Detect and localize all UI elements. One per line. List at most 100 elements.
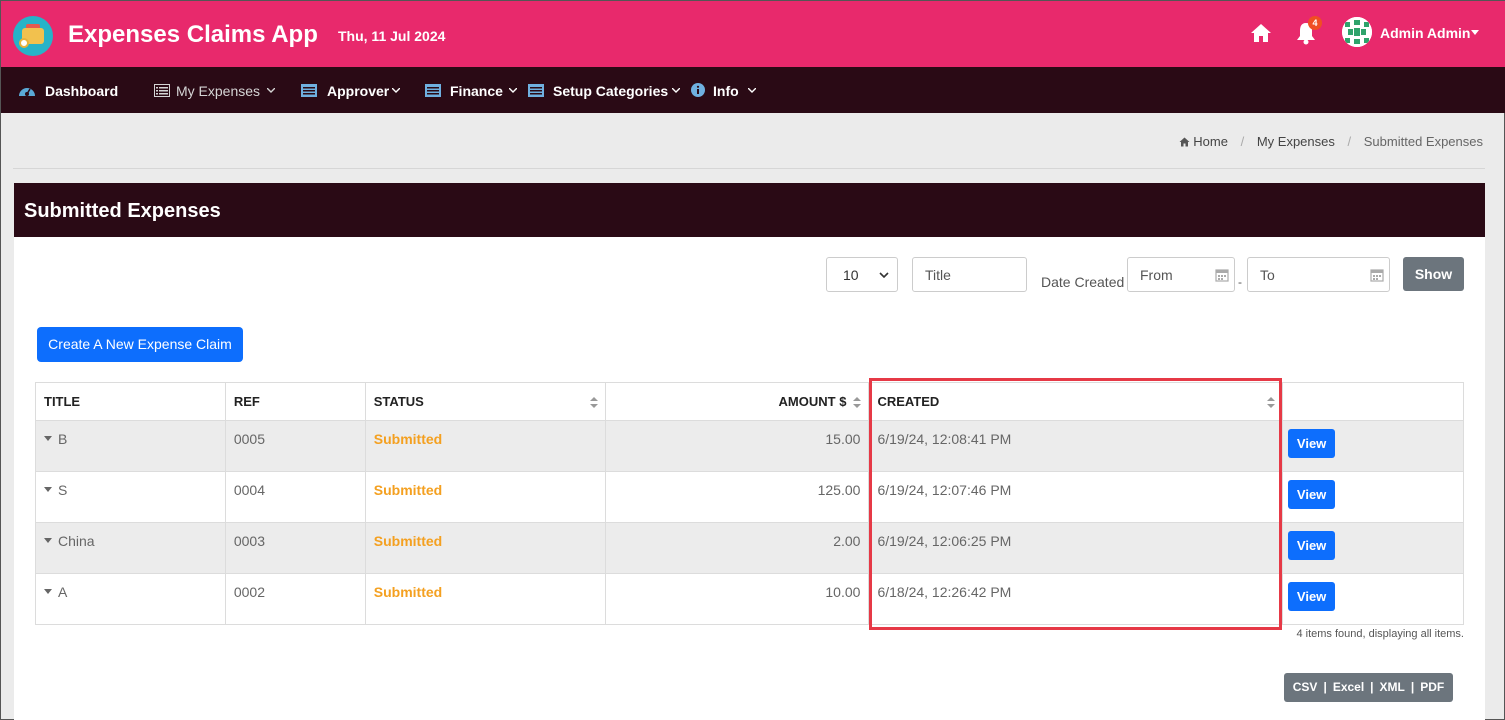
column-created-label: CREATED xyxy=(877,394,940,409)
nav-info[interactable]: Info xyxy=(691,67,759,113)
cell-ref: 0003 xyxy=(224,522,366,574)
table-row: A 0002 Submitted 10.00 6/18/24, 12:26:42… xyxy=(35,573,1464,625)
column-status-label: STATUS xyxy=(373,394,424,409)
cell-actions: View xyxy=(1282,522,1464,574)
page-title: Submitted Expenses xyxy=(24,200,221,222)
nav-my-expenses-label: My Expenses xyxy=(176,83,261,99)
avatar[interactable] xyxy=(1342,17,1372,47)
cell-status: Submitted xyxy=(364,471,606,523)
panel-header: Submitted Expenses xyxy=(14,183,1485,237)
title-filter-input[interactable]: Title xyxy=(912,257,1027,292)
breadcrumb-my-expenses[interactable]: My Expenses xyxy=(1257,134,1335,149)
expenses-table: TITLE REF STATUS AMOUNT $ CREATED B 0005… xyxy=(35,382,1464,625)
chevron-down-icon xyxy=(748,88,756,93)
chevron-down-icon xyxy=(392,88,400,93)
nav-dashboard[interactable]: Dashboard xyxy=(18,67,128,113)
nav-info-label: Info xyxy=(713,83,739,99)
column-status[interactable]: STATUS xyxy=(364,382,606,421)
app-title[interactable]: Expenses Claims App xyxy=(68,21,318,49)
cell-title[interactable]: S xyxy=(35,471,226,523)
export-excel[interactable]: Excel xyxy=(1333,680,1364,694)
date-from-placeholder: From xyxy=(1140,267,1173,283)
home-icon[interactable] xyxy=(1179,137,1190,147)
cell-ref: 0005 xyxy=(224,420,366,472)
expand-caret-icon[interactable] xyxy=(44,537,52,543)
show-button[interactable]: Show xyxy=(1403,257,1464,291)
sort-icon[interactable] xyxy=(589,397,598,408)
cell-title[interactable]: A xyxy=(35,573,226,625)
nav-dashboard-label: Dashboard xyxy=(45,83,119,99)
cell-title[interactable]: China xyxy=(35,522,226,574)
cell-title[interactable]: B xyxy=(35,420,226,472)
nav-setup-categories[interactable]: Setup Categories xyxy=(528,67,683,113)
export-csv[interactable]: CSV xyxy=(1293,680,1318,694)
chevron-down-icon[interactable] xyxy=(1471,30,1479,35)
expand-caret-icon[interactable] xyxy=(44,435,52,441)
submitted-expenses-panel: Submitted Expenses 10 Title Date Created… xyxy=(14,183,1485,720)
nav-setup-categories-label: Setup Categories xyxy=(553,83,669,99)
expand-caret-icon[interactable] xyxy=(44,588,52,594)
breadcrumb: Home / My Expenses / Submitted Expenses xyxy=(1179,134,1483,149)
cell-created: 6/18/24, 12:26:42 PM xyxy=(868,573,1284,625)
cell-status: Submitted xyxy=(364,420,606,472)
cell-amount: 2.00 xyxy=(604,522,870,574)
divider xyxy=(13,168,1485,169)
cell-amount: 15.00 xyxy=(604,420,870,472)
cell-created: 6/19/24, 12:08:41 PM xyxy=(868,420,1284,472)
cell-amount: 125.00 xyxy=(604,471,870,523)
view-button[interactable]: View xyxy=(1288,582,1336,611)
calendar-icon[interactable] xyxy=(1215,268,1229,282)
page-size-value: 10 xyxy=(843,267,859,283)
column-amount-label: AMOUNT $ xyxy=(778,394,847,409)
list-icon xyxy=(154,84,170,97)
app-logo[interactable] xyxy=(13,16,53,56)
export-xml[interactable]: XML xyxy=(1380,680,1405,694)
sort-icon[interactable] xyxy=(853,397,862,408)
view-button[interactable]: View xyxy=(1288,531,1336,560)
table-row: B 0005 Submitted 15.00 6/19/24, 12:08:41… xyxy=(35,420,1464,472)
table-row: S 0004 Submitted 125.00 6/19/24, 12:07:4… xyxy=(35,471,1464,523)
column-amount[interactable]: AMOUNT $ xyxy=(604,382,870,421)
breadcrumb-current: Submitted Expenses xyxy=(1363,134,1483,149)
top-header: Expenses Claims App Thu, 11 Jul 2024 4 A… xyxy=(1,1,1505,67)
date-created-label: Date Created xyxy=(1041,274,1125,290)
main-nav: Dashboard My Expenses Approver Finance S… xyxy=(1,67,1505,113)
view-button[interactable]: View xyxy=(1288,429,1336,458)
list-icon xyxy=(528,84,544,97)
cell-created: 6/19/24, 12:06:25 PM xyxy=(868,522,1284,574)
page-size-select[interactable]: 10 xyxy=(826,257,898,292)
column-actions xyxy=(1282,382,1464,421)
column-created[interactable]: CREATED xyxy=(868,382,1284,421)
sort-icon[interactable] xyxy=(1267,397,1276,408)
title-filter-placeholder: Title xyxy=(925,267,951,283)
cell-ref: 0002 xyxy=(224,573,366,625)
column-title: TITLE xyxy=(35,382,226,421)
nav-approver[interactable]: Approver xyxy=(301,67,403,113)
calendar-icon[interactable] xyxy=(1370,268,1384,282)
home-icon[interactable] xyxy=(1250,23,1272,43)
table-summary: 4 items found, displaying all items. xyxy=(1296,628,1464,640)
column-ref: REF xyxy=(224,382,366,421)
nav-my-expenses[interactable]: My Expenses xyxy=(154,67,279,113)
table-row: China 0003 Submitted 2.00 6/19/24, 12:06… xyxy=(35,522,1464,574)
chevron-down-icon xyxy=(509,88,517,93)
table-header-row: TITLE REF STATUS AMOUNT $ CREATED xyxy=(35,382,1464,421)
cell-amount: 10.00 xyxy=(604,573,870,625)
date-from-input[interactable]: From xyxy=(1127,257,1235,292)
expand-caret-icon[interactable] xyxy=(44,486,52,492)
date-to-input[interactable]: To xyxy=(1247,257,1390,292)
header-date: Thu, 11 Jul 2024 xyxy=(338,28,446,44)
user-menu[interactable]: Admin Admin xyxy=(1380,25,1470,41)
info-icon xyxy=(691,83,705,97)
breadcrumb-home[interactable]: Home xyxy=(1193,134,1228,149)
create-expense-claim-button[interactable]: Create A New Expense Claim xyxy=(37,327,243,362)
date-to-placeholder: To xyxy=(1260,267,1275,283)
export-pdf[interactable]: PDF xyxy=(1420,680,1444,694)
cell-actions: View xyxy=(1282,573,1464,625)
nav-finance[interactable]: Finance xyxy=(425,67,520,113)
list-icon xyxy=(425,84,441,97)
cell-actions: View xyxy=(1282,471,1464,523)
view-button[interactable]: View xyxy=(1288,480,1336,509)
nav-finance-label: Finance xyxy=(450,83,503,99)
dashboard-icon xyxy=(19,88,35,96)
